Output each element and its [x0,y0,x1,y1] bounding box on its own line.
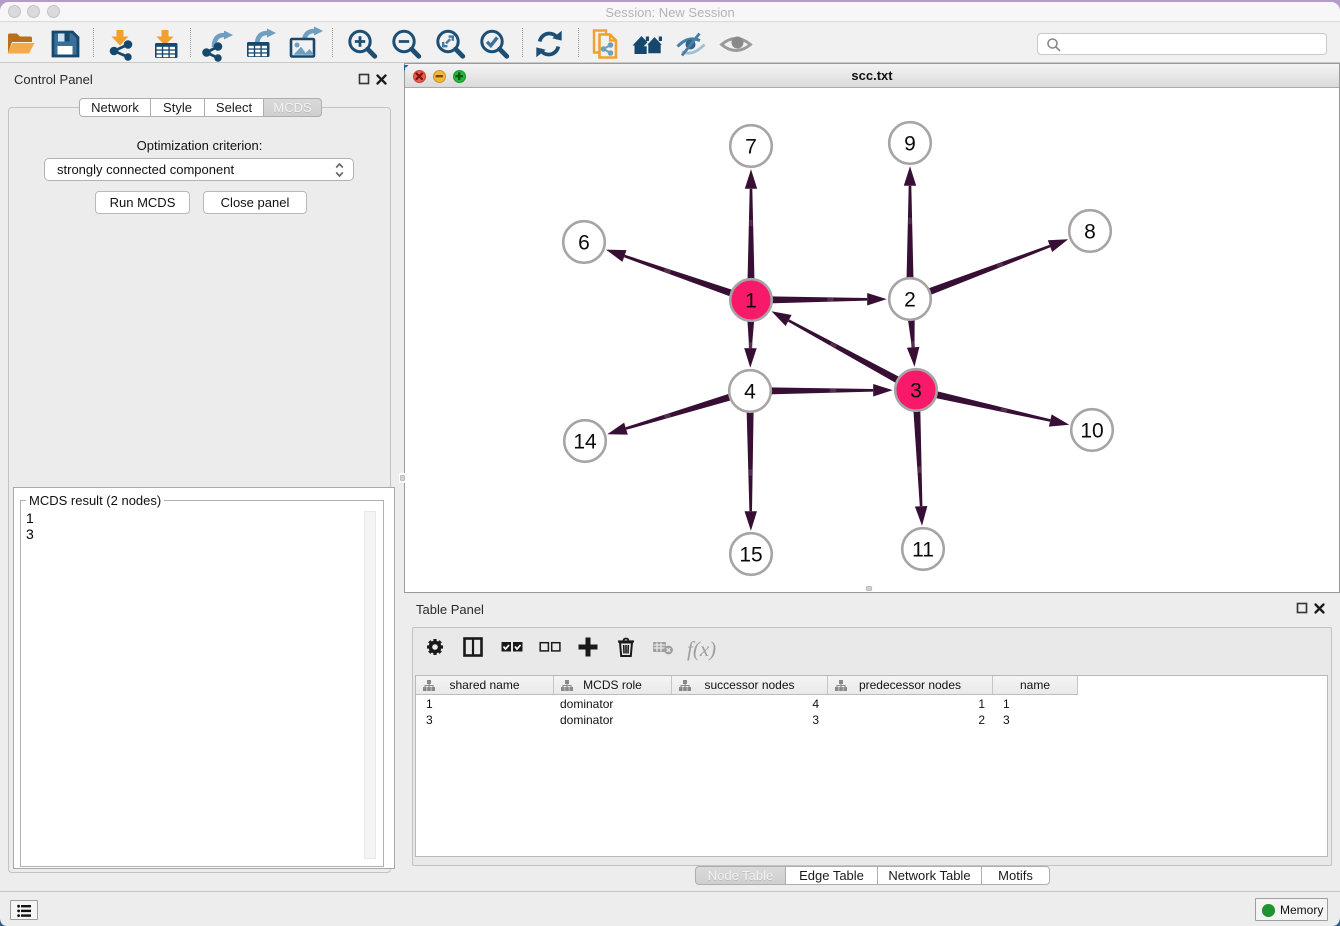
svg-text:14: 14 [573,430,597,453]
svg-text:6: 6 [578,231,590,254]
svg-text:3: 3 [910,379,922,402]
svg-text:11: 11 [912,538,934,561]
svg-text:8: 8 [1084,220,1096,243]
svg-text:4: 4 [744,380,756,403]
svg-text:9: 9 [904,132,916,155]
svg-text:7: 7 [745,135,757,158]
svg-text:10: 10 [1080,419,1103,442]
svg-text:2: 2 [904,288,916,311]
svg-text:15: 15 [739,543,762,566]
svg-text:1: 1 [745,289,757,312]
